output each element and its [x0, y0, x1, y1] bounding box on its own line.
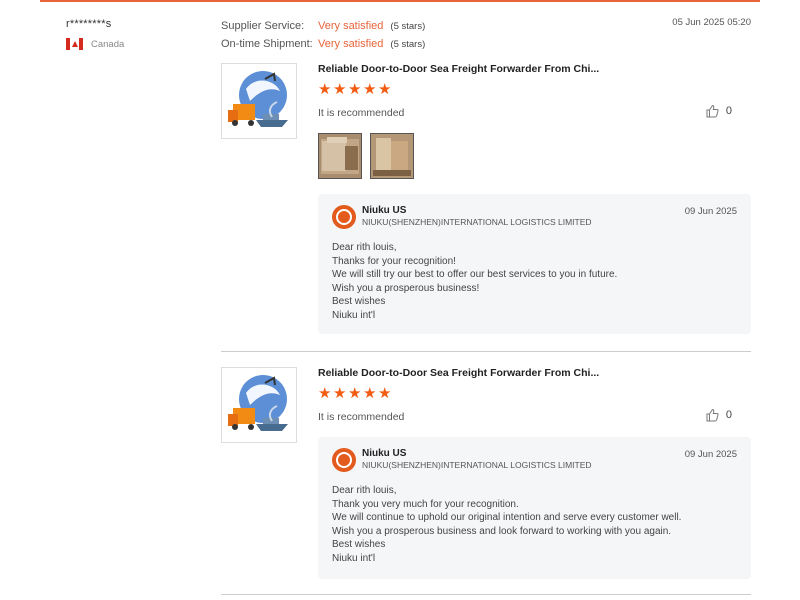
reply-company-full: NIUKU(SHENZHEN)INTERNATIONAL LOGISTICS L…: [362, 460, 592, 470]
reply-header: Niuku US NIUKU(SHENZHEN)INTERNATIONAL LO…: [332, 448, 592, 472]
star-rating: ★ ★ ★ ★ ★: [318, 81, 392, 98]
reply-company-name: Niuku US: [362, 448, 407, 459]
like-button[interactable]: 0: [705, 408, 732, 422]
reply-line: Thank you very much for your recognition…: [332, 498, 519, 510]
like-count: 0: [725, 105, 732, 117]
star-icon: ★: [363, 385, 377, 402]
reply-line: We will still try our best to offer our …: [332, 269, 618, 281]
reply-body: Dear rith louis, Thanks for your recogni…: [332, 241, 617, 323]
reply-body: Dear rith louis, Thank you very much for…: [332, 484, 681, 566]
product-title[interactable]: Reliable Door-to-Door Sea Freight Forwar…: [318, 367, 599, 379]
seller-reply: Niuku US NIUKU(SHENZHEN)INTERNATIONAL LO…: [318, 437, 751, 579]
like-count: 0: [725, 409, 732, 421]
star-icon: ★: [318, 81, 332, 98]
reply-names: Niuku US NIUKU(SHENZHEN)INTERNATIONAL LO…: [362, 448, 592, 472]
reply-line: Wish you a prosperous business!: [332, 282, 480, 294]
star-icon: ★: [348, 81, 362, 98]
reply-company-name: Niuku US: [362, 205, 407, 216]
review-photo[interactable]: [318, 133, 362, 179]
product-thumbnail[interactable]: [221, 63, 297, 139]
star-icon: ★: [333, 385, 347, 402]
reviewer-country: Canada: [66, 38, 206, 50]
reply-line: Dear rith louis,: [332, 485, 397, 496]
rating-value: Very satisfied: [318, 38, 384, 50]
star-icon: ★: [378, 385, 392, 402]
country-name: Canada: [91, 38, 125, 50]
review-date: 05 Jun 2025 05:20: [672, 17, 751, 28]
reply-line: Best wishes: [332, 539, 386, 551]
review-divider: [221, 351, 751, 352]
reply-line: We will continue to uphold our original …: [332, 512, 682, 524]
reply-line: Niuku int'l: [332, 552, 376, 564]
reply-line: Wish you a prosperous business and look …: [332, 525, 672, 537]
star-icon: ★: [378, 81, 392, 98]
review-photo[interactable]: [370, 133, 414, 179]
review-divider: [221, 594, 751, 595]
reply-date: 09 Jun 2025: [684, 206, 737, 217]
reply-date: 09 Jun 2025: [684, 449, 737, 460]
recommendation-text: It is recommended: [318, 411, 405, 423]
rating-value: Very satisfied: [318, 20, 384, 32]
rating-label: On-time Shipment:: [221, 38, 313, 50]
reply-company-full: NIUKU(SHENZHEN)INTERNATIONAL LOGISTICS L…: [362, 217, 592, 227]
star-icon: ★: [333, 81, 347, 98]
top-border: [40, 0, 760, 2]
rating-count: (5 stars): [390, 38, 426, 50]
supplier-ratings: Supplier Service: Very satisfied (5 star…: [221, 17, 751, 53]
company-logo-icon: [332, 205, 356, 229]
product-title[interactable]: Reliable Door-to-Door Sea Freight Forwar…: [318, 63, 599, 75]
reply-line: Dear rith louis,: [332, 242, 397, 253]
reply-names: Niuku US NIUKU(SHENZHEN)INTERNATIONAL LO…: [362, 205, 592, 229]
reply-line: Niuku int'l: [332, 309, 376, 321]
like-button[interactable]: 0: [705, 104, 732, 118]
reviewer-name: r********s: [66, 18, 112, 30]
seller-reply: Niuku US NIUKU(SHENZHEN)INTERNATIONAL LO…: [318, 194, 751, 334]
rating-count: (5 stars): [390, 20, 426, 32]
star-icon: ★: [348, 385, 362, 402]
thumbs-up-icon: [706, 408, 719, 422]
product-thumbnail[interactable]: [221, 367, 297, 443]
company-logo-icon: [332, 448, 356, 472]
star-rating: ★ ★ ★ ★ ★: [318, 385, 392, 402]
canada-flag-icon: [66, 38, 83, 50]
reply-line: Thanks for your recognition!: [332, 255, 456, 267]
rating-label: Supplier Service:: [221, 20, 305, 32]
reply-line: Best wishes: [332, 296, 386, 308]
thumbs-up-icon: [706, 104, 719, 118]
review-item: Reliable Door-to-Door Sea Freight Forwar…: [221, 367, 751, 597]
reply-header: Niuku US NIUKU(SHENZHEN)INTERNATIONAL LO…: [332, 205, 592, 229]
star-icon: ★: [363, 81, 377, 98]
review-item: Reliable Door-to-Door Sea Freight Forwar…: [221, 63, 751, 334]
review-photos: [318, 133, 414, 179]
recommendation-text: It is recommended: [318, 107, 405, 119]
star-icon: ★: [318, 385, 332, 402]
reviewer-info: r********s Canada: [66, 18, 206, 50]
shipment-rating: On-time Shipment: Very satisfied (5 star…: [221, 35, 751, 53]
